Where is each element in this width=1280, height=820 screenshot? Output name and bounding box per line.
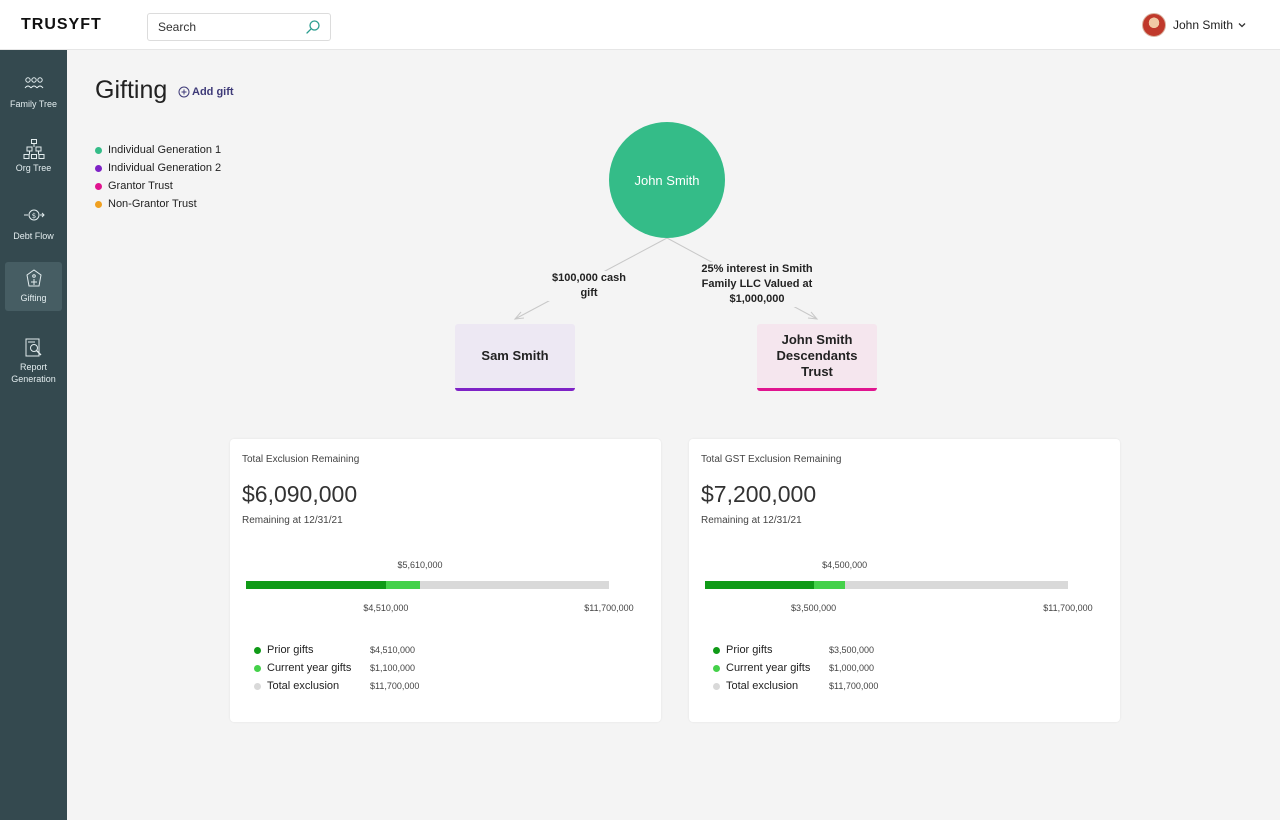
exclusion-bar [705,581,1068,589]
avatar[interactable] [1142,13,1166,37]
legend-label: Total exclusion [726,680,799,692]
sidebar-item-label: Report Generation [11,362,56,384]
legend-dot [254,664,261,672]
legend-value: $1,100,000 [370,663,416,673]
legend-label: Current year gifts [267,662,352,674]
legend-dot [713,646,720,654]
legend-dot [713,664,720,672]
report-icon [25,338,41,357]
user-name: John Smith [1173,18,1234,32]
card-legend: Prior gifts $4,510,000 Current year gift… [254,641,419,695]
card-subtitle: Remaining at 12/31/21 [242,515,343,526]
recipient-node-sam-smith[interactable]: Sam Smith [455,324,575,391]
user-menu[interactable]: John Smith [1142,13,1247,37]
legend-label: Individual Generation 1 [108,144,222,156]
card-legend-row: Current year gifts $1,000,000 [713,659,878,677]
gst-exclusion-card: Total GST Exclusion Remaining $7,200,000… [689,439,1120,722]
legend-item: Grantor Trust [95,177,221,195]
legend-label: Individual Generation 2 [108,162,222,174]
page-title: Gifting [95,76,168,104]
legend-dot [95,146,102,154]
sidebar-item-label: Family Tree [9,99,57,109]
legend-item: Individual Generation 2 [95,159,221,177]
bar-total-label: $11,700,000 [584,603,634,613]
plus-circle-icon [178,86,190,98]
edge-label: 25% interest in Smith Family LLC Valued … [697,262,817,307]
app-logo[interactable]: TRUSYFT [21,16,102,34]
card-subtitle: Remaining at 12/31/21 [701,515,802,526]
legend-value: $4,510,000 [370,645,416,655]
legend-label: Current year gifts [726,662,811,674]
card-amount: $6,090,000 [242,481,358,507]
card-legend: Prior gifts $3,500,000 Current year gift… [713,641,878,695]
sidebar-item-family-tree[interactable]: Family Tree [5,74,62,124]
legend-value: $11,700,000 [370,681,420,691]
legend-dot [95,200,102,208]
bar-top-label: $4,500,000 [822,560,868,570]
legend-label: Grantor Trust [108,180,173,192]
legend-label: Total exclusion [267,680,340,692]
bar-prior-label: $4,510,000 [363,603,409,613]
legend-dot [254,646,261,654]
sidebar-item-label: Debt Flow [13,231,54,241]
sidebar-item-report-generation[interactable]: Report Generation [5,337,62,393]
current-gifts-segment [813,581,845,589]
card-legend-row: Prior gifts $4,510,000 [254,641,419,659]
current-gifts-segment [385,581,421,589]
sidebar-item-org-tree[interactable]: Org Tree [5,138,62,188]
card-title: Total Exclusion Remaining [242,454,360,465]
legend-dot [254,682,261,690]
legend-value: $1,000,000 [829,663,875,673]
legend-dot [713,682,720,690]
top-header: TRUSYFT John Smith [0,0,1280,50]
edge-arrow-trust [807,311,819,320]
sidebar-nav: Family Tree Org Tree $ Debt Flow Gifting [0,50,67,820]
bar-total-label: $11,700,000 [1043,603,1093,613]
legend-item: Non-Grantor Trust [95,195,221,213]
search-input[interactable] [158,20,298,34]
sidebar-item-label: Org Tree [15,163,52,173]
edge-arrow-sam [513,311,525,320]
sidebar-item-debt-flow[interactable]: $ Debt Flow [5,206,62,256]
legend-dot [95,164,102,172]
card-legend-row: Total exclusion $11,700,000 [713,677,878,695]
entity-legend: Individual Generation 1 Individual Gener… [95,141,221,213]
legend-label: Prior gifts [726,644,773,656]
prior-gifts-segment [705,581,814,589]
card-amount: $7,200,000 [701,481,817,507]
add-gift-label: Add gift [192,86,234,98]
card-legend-row: Prior gifts $3,500,000 [713,641,878,659]
legend-label: Non-Grantor Trust [108,198,197,210]
bar-top-label: $5,610,000 [397,560,443,570]
search-icon[interactable] [305,19,321,35]
legend-label: Prior gifts [267,644,314,656]
chevron-down-icon[interactable] [1237,20,1247,30]
legend-dot [95,182,102,190]
exclusion-bar [246,581,609,589]
exclusion-card: Total Exclusion Remaining $6,090,000 Rem… [230,439,661,722]
root-person-node[interactable]: John Smith [609,122,725,238]
search-box[interactable] [147,13,331,41]
legend-value: $3,500,000 [829,645,875,655]
gifting-icon [25,269,42,287]
card-legend-row: Current year gifts $1,100,000 [254,659,419,677]
svg-text:$: $ [31,212,35,220]
family-tree-icon [24,77,43,89]
prior-gifts-segment [246,581,386,589]
edge-label: $100,000 cash gift [548,271,630,301]
recipient-node-descendants-trust[interactable]: John Smith Descendants Trust [757,324,877,391]
legend-item: Individual Generation 1 [95,141,221,159]
card-title: Total GST Exclusion Remaining [701,454,842,465]
debt-flow-icon: $ [23,209,45,221]
add-gift-button[interactable]: Add gift [178,86,234,98]
legend-value: $11,700,000 [829,681,879,691]
sidebar-item-gifting[interactable]: Gifting [5,262,62,311]
sidebar-item-label: Gifting [20,293,47,303]
card-legend-row: Total exclusion $11,700,000 [254,677,419,695]
bar-prior-label: $3,500,000 [791,603,837,613]
org-tree-icon [23,139,44,159]
